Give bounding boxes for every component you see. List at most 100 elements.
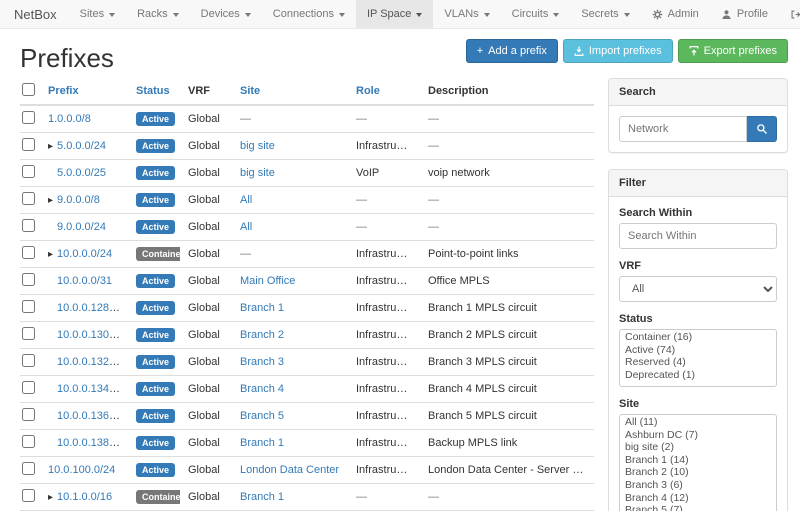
nav-item-profile[interactable]: Profile	[710, 0, 779, 28]
filter-option[interactable]: Ashburn DC (7)	[621, 429, 775, 442]
status-badge: Container	[136, 247, 180, 261]
nav-item-devices[interactable]: Devices	[190, 0, 262, 28]
role-cell: Infrastructure	[348, 403, 420, 430]
row-checkbox[interactable]	[22, 462, 35, 475]
prefix-link[interactable]: 10.0.0.134/31	[57, 383, 124, 395]
site-link[interactable]: Branch 1	[240, 437, 284, 449]
vrf-cell: Global	[180, 133, 232, 160]
prefix-link[interactable]: 10.0.100.0/24	[48, 464, 115, 476]
nav-item-connections[interactable]: Connections	[262, 0, 356, 28]
prefix-link[interactable]: 10.0.0.128/31	[57, 302, 124, 314]
role-cell: Infrastructure	[348, 322, 420, 349]
site-cell: —	[232, 241, 348, 268]
nav-item-sites[interactable]: Sites	[69, 0, 126, 28]
prefix-link[interactable]: 9.0.0.0/8	[57, 194, 100, 206]
description-cell: Backup MPLS link	[420, 430, 594, 457]
prefix-link[interactable]: 5.0.0.0/25	[57, 167, 106, 179]
site-link[interactable]: Branch 1	[240, 302, 284, 314]
search-within-input[interactable]	[619, 223, 777, 249]
row-checkbox[interactable]	[22, 381, 35, 394]
column-header-prefix[interactable]: Prefix	[40, 78, 128, 105]
prefix-link[interactable]: 9.0.0.0/24	[57, 221, 106, 233]
import-prefixes-button[interactable]: Import prefixes	[563, 39, 673, 63]
site-link[interactable]: All	[240, 221, 252, 233]
site-link[interactable]: Branch 5	[240, 410, 284, 422]
role-cell: Infrastructure	[348, 295, 420, 322]
filter-option[interactable]: Active (74)	[621, 344, 775, 357]
table-row: ▸10.0.0.0/24ContainerGlobal—Infrastructu…	[20, 241, 594, 268]
description-cell: Office MPLS	[420, 268, 594, 295]
nav-item-admin[interactable]: Admin	[641, 0, 710, 28]
site-link[interactable]: big site	[240, 140, 275, 152]
role-cell: Infrastructure	[348, 457, 420, 484]
add-prefix-button[interactable]: + Add a prefix	[466, 39, 558, 63]
filter-option[interactable]: big site (2)	[621, 441, 775, 454]
site-link[interactable]: All	[240, 194, 252, 206]
nav-item-secrets[interactable]: Secrets	[570, 0, 640, 28]
search-input[interactable]	[619, 116, 747, 142]
site-filter-select[interactable]: All (11)Ashburn DC (7)big site (2)Branch…	[619, 414, 777, 511]
prefix-link[interactable]: 10.0.0.136/31	[57, 410, 124, 422]
nav-item-vlans[interactable]: VLANs	[433, 0, 500, 28]
site-label: Site	[619, 398, 777, 410]
filter-option[interactable]: Branch 4 (12)	[621, 492, 775, 505]
filter-option[interactable]: Branch 2 (10)	[621, 466, 775, 479]
vrf-cell: Global	[180, 484, 232, 511]
prefix-table-body: 1.0.0.0/8ActiveGlobal———▸5.0.0.0/24Activ…	[20, 105, 594, 511]
status-filter-select[interactable]: Container (16)Active (74)Reserved (4)Dep…	[619, 329, 777, 387]
site-link[interactable]: Branch 1	[240, 491, 284, 503]
nav-item-label: Profile	[737, 8, 768, 20]
prefix-link[interactable]: 10.1.0.0/16	[57, 491, 112, 503]
column-header-description: Description	[420, 78, 594, 105]
nav-item-ip-space[interactable]: IP Space	[356, 0, 433, 28]
filter-option[interactable]: Deprecated (1)	[621, 369, 775, 382]
prefix-link[interactable]: 10.0.0.0/24	[57, 248, 112, 260]
nav-item-circuits[interactable]: Circuits	[501, 0, 571, 28]
row-checkbox[interactable]	[22, 354, 35, 367]
filter-option[interactable]: Branch 5 (7)	[621, 504, 775, 511]
nav-item-racks[interactable]: Racks	[126, 0, 190, 28]
prefix-link[interactable]: 10.0.0.132/31	[57, 356, 124, 368]
prefix-link[interactable]: 1.0.0.0/8	[48, 113, 91, 125]
filter-option[interactable]: All (11)	[621, 416, 775, 429]
vrf-select[interactable]: All	[619, 276, 777, 302]
site-link[interactable]: London Data Center	[240, 464, 339, 476]
site-link[interactable]: Main Office	[240, 275, 295, 287]
filter-option[interactable]: Reserved (4)	[621, 356, 775, 369]
row-checkbox[interactable]	[22, 300, 35, 313]
site-link[interactable]: big site	[240, 167, 275, 179]
prefix-link[interactable]: 10.0.0.138/31	[57, 437, 124, 449]
row-checkbox[interactable]	[22, 165, 35, 178]
row-checkbox[interactable]	[22, 192, 35, 205]
table-row: 10.0.0.0/31ActiveGlobalMain OfficeInfras…	[20, 268, 594, 295]
vrf-cell: Global	[180, 241, 232, 268]
prefix-link[interactable]: 5.0.0.0/24	[57, 140, 106, 152]
column-header-site[interactable]: Site	[232, 78, 348, 105]
gear-icon	[652, 9, 663, 20]
site-link[interactable]: Branch 3	[240, 356, 284, 368]
site-link[interactable]: Branch 4	[240, 383, 284, 395]
row-checkbox[interactable]	[22, 408, 35, 421]
prefix-link[interactable]: 10.0.0.130/31	[57, 329, 124, 341]
row-checkbox[interactable]	[22, 273, 35, 286]
export-prefixes-button[interactable]: Export prefixes	[678, 39, 788, 63]
filter-option[interactable]: Branch 1 (14)	[621, 454, 775, 467]
column-header-role[interactable]: Role	[348, 78, 420, 105]
filter-option[interactable]: Branch 3 (6)	[621, 479, 775, 492]
search-button[interactable]	[747, 116, 777, 142]
row-checkbox[interactable]	[22, 435, 35, 448]
status-badge: Active	[136, 436, 175, 450]
prefix-link[interactable]: 10.0.0.0/31	[57, 275, 112, 287]
row-checkbox[interactable]	[22, 111, 35, 124]
filter-option[interactable]: Container (16)	[621, 331, 775, 344]
row-checkbox[interactable]	[22, 246, 35, 259]
nav-item-log-out[interactable]: Log out	[779, 0, 800, 28]
select-all-checkbox[interactable]	[22, 83, 35, 96]
column-header-status[interactable]: Status	[128, 78, 180, 105]
row-checkbox[interactable]	[22, 327, 35, 340]
row-checkbox[interactable]	[22, 489, 35, 502]
brand[interactable]: NetBox	[14, 0, 69, 28]
row-checkbox[interactable]	[22, 219, 35, 232]
row-checkbox[interactable]	[22, 138, 35, 151]
site-link[interactable]: Branch 2	[240, 329, 284, 341]
